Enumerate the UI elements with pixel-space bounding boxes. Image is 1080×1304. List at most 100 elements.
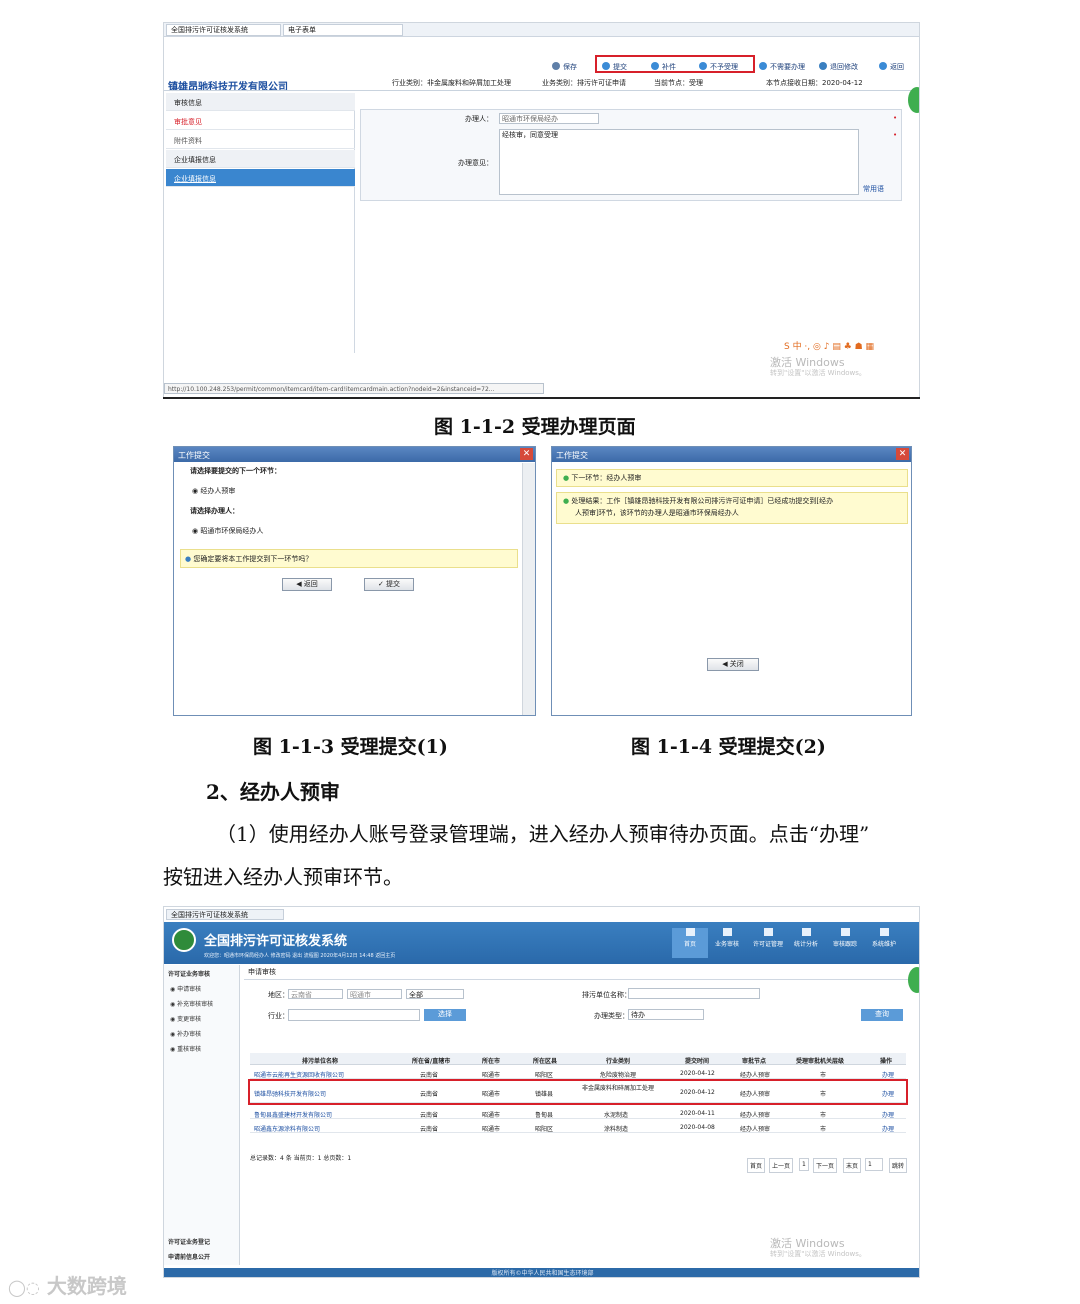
page-input[interactable]: 1 bbox=[865, 1158, 883, 1171]
confirm-message: ● 您确定要将本工作提交到下一环节吗？ bbox=[180, 549, 518, 568]
nav-home[interactable]: 首页 bbox=[672, 928, 708, 958]
query-button[interactable]: 查询 bbox=[861, 1009, 903, 1021]
handle-link[interactable]: 办理 bbox=[882, 1089, 894, 1098]
nav-system[interactable]: 系统维护 bbox=[866, 928, 902, 958]
nav-business-review[interactable]: 业务审核 bbox=[709, 928, 745, 958]
prev-page-button[interactable]: 上一页 bbox=[769, 1158, 794, 1173]
left-panel: 审核信息 审批意见 附件资料 企业填报信息 企业填报信息 bbox=[166, 93, 355, 353]
cell: 经办人预审 bbox=[740, 1126, 771, 1133]
item-approval-opinion[interactable]: 审批意见 bbox=[166, 112, 355, 130]
table-header: 排污单位名称 所在省/直辖市 所在市 所在区县 行业类别 提交时间 审批节点 受… bbox=[250, 1053, 906, 1065]
unit-name-label: 排污单位名称： bbox=[582, 991, 631, 999]
nav-tracking[interactable]: 审核跟踪 bbox=[827, 928, 863, 958]
node-meta: 当前节点：受理 bbox=[654, 79, 703, 87]
activate-windows-sub: 转到"设置"以激活 Windows。 bbox=[770, 1250, 866, 1258]
sidebar-item-change[interactable]: ◉ 变更审核 bbox=[170, 1014, 201, 1023]
cell: 经办人预审 bbox=[740, 1091, 771, 1098]
record-summary: 总记录数：4 条 当前页：1 总页数：1 bbox=[250, 1155, 352, 1162]
cell: 云南省 bbox=[420, 1112, 439, 1119]
reject-button[interactable]: 不予受理 bbox=[699, 57, 738, 73]
unit-name-link[interactable]: 镇雄昂驰科技开发有限公司 bbox=[254, 1089, 326, 1098]
handler-question: 请选择办理人： bbox=[190, 507, 239, 515]
no-need-button[interactable]: 不需要办理 bbox=[759, 57, 805, 73]
first-page-button[interactable]: 首页 bbox=[747, 1158, 766, 1173]
page-number[interactable]: 1 bbox=[799, 1158, 809, 1171]
section-company-info[interactable]: 企业填报信息 bbox=[166, 150, 355, 168]
save-button[interactable]: 保存 bbox=[552, 57, 577, 73]
activate-windows-sub: 转到"设置"以激活 Windows。 bbox=[770, 369, 866, 377]
scrollbar[interactable] bbox=[522, 463, 535, 715]
caption-fig-1-1-4: 图 1-1-4 受理提交(2) bbox=[631, 736, 826, 758]
chat-bubble-icon: ◯◌ bbox=[8, 1278, 40, 1297]
nav-permit-management[interactable]: 许可证管理 bbox=[750, 928, 786, 958]
sidebar-group-disclosure[interactable]: 申请前信息公开 bbox=[168, 1252, 210, 1261]
question-icon: ● bbox=[185, 555, 192, 563]
cell: 昭通市 bbox=[482, 1072, 501, 1079]
opinion-textarea[interactable]: 经核审，同意受理 bbox=[499, 129, 859, 195]
industry-input[interactable] bbox=[288, 1009, 420, 1021]
unit-name-link[interactable]: 昭通市云能再生资源回收有限公司 bbox=[254, 1070, 344, 1079]
cell: 涂料制造 bbox=[604, 1126, 629, 1133]
ime-toolbar: S 中 ·, ◎ ♪ ▤ ♣ ☗ ▦ bbox=[784, 342, 875, 352]
table-row: 昭通鑫东源涂料有限公司 云南省 昭通市 昭阳区 涂料制造 2020-04-08 … bbox=[250, 1121, 906, 1133]
section-audit-info[interactable]: 审核信息 bbox=[166, 93, 355, 111]
cell: 市 bbox=[820, 1072, 827, 1079]
cell: 昭阳区 bbox=[535, 1072, 554, 1079]
close-icon[interactable]: ✕ bbox=[896, 448, 909, 460]
column-header: 所在区县 bbox=[533, 1058, 558, 1065]
cell: 鲁甸县 bbox=[535, 1112, 554, 1119]
back-button[interactable]: ◀ 返回 bbox=[282, 578, 332, 591]
close-icon[interactable]: ✕ bbox=[520, 448, 533, 460]
item-attachments[interactable]: 附件资料 bbox=[166, 131, 355, 149]
nav-statistics[interactable]: 统计分析 bbox=[788, 928, 824, 958]
submit-button[interactable]: ✓ 提交 bbox=[364, 578, 414, 591]
sidebar-item-reissue[interactable]: ◉ 补办审核 bbox=[170, 1029, 201, 1038]
browser-tab[interactable]: 电子表单 bbox=[283, 24, 403, 36]
province-select[interactable]: 云南省 bbox=[288, 989, 343, 999]
unit-name-link[interactable]: 昭通鑫东源涂料有限公司 bbox=[254, 1124, 320, 1133]
column-header: 受理审批机关层级 bbox=[796, 1058, 845, 1065]
sidebar-item-supplement[interactable]: ◉ 补充审核审核 bbox=[170, 999, 213, 1008]
return-modify-button[interactable]: 退回修改 bbox=[819, 57, 858, 73]
county-select[interactable]: 全部 bbox=[406, 989, 464, 999]
handle-link[interactable]: 办理 bbox=[882, 1110, 894, 1119]
browser-tab[interactable]: 全国排污许可证核发系统 bbox=[166, 909, 284, 920]
sidebar-group-register[interactable]: 许可证业务登记 bbox=[168, 1237, 210, 1246]
result-info: ● 处理结果：工作［镇雄昂驰科技开发有限公司排污许可证申请］已经成功提交到[经办… bbox=[556, 492, 908, 524]
last-page-button[interactable]: 末页 bbox=[843, 1158, 862, 1173]
column-header: 提交时间 bbox=[685, 1058, 710, 1065]
supplement-button[interactable]: 补件 bbox=[651, 57, 676, 73]
unit-name-input[interactable] bbox=[628, 988, 760, 999]
printer-icon bbox=[763, 928, 773, 936]
action-toolbar: 保存 提交 补件 不予受理 不需要办理 退回修改 返回 bbox=[164, 55, 919, 75]
unit-name-link[interactable]: 鲁甸县鑫盛建材开发有限公司 bbox=[254, 1110, 332, 1119]
common-words-link[interactable]: 常用语 bbox=[863, 186, 884, 193]
float-badge[interactable] bbox=[908, 967, 919, 993]
handle-type-select[interactable]: 待办 bbox=[628, 1009, 704, 1020]
sidebar-group-review[interactable]: 许可证业务审核 bbox=[168, 969, 210, 978]
submit-button[interactable]: 提交 bbox=[602, 57, 627, 73]
next-step-option[interactable]: ◉ 经办人预审 bbox=[192, 488, 235, 495]
opinion-label: 办理意见： bbox=[458, 159, 493, 167]
browser-tab[interactable]: 全国排污许可证核发系统 bbox=[166, 24, 281, 36]
select-button[interactable]: 选择 bbox=[424, 1009, 466, 1021]
table-row: 鲁甸县鑫盛建材开发有限公司 云南省 昭通市 鲁甸县 水泥制造 2020-04-1… bbox=[250, 1107, 906, 1119]
jump-button[interactable]: 跳转 bbox=[889, 1158, 908, 1173]
sidebar-item-apply[interactable]: ◉ 申请审核 bbox=[170, 984, 201, 993]
item-company-info[interactable]: 企业填报信息 bbox=[166, 169, 355, 187]
next-page-button[interactable]: 下一页 bbox=[813, 1158, 838, 1173]
float-badge[interactable] bbox=[908, 87, 919, 113]
handler-option[interactable]: ◉ 昭通市环保局经办人 bbox=[192, 528, 263, 535]
handle-link[interactable]: 办理 bbox=[882, 1070, 894, 1079]
dialog-title: 工作提交 bbox=[174, 447, 535, 462]
back-button[interactable]: 返回 bbox=[879, 57, 904, 73]
city-select[interactable]: 昭通市 bbox=[347, 989, 402, 999]
document-icon bbox=[722, 928, 732, 936]
pagination: 首页 上一页 1 下一页 末页 1 跳转 bbox=[747, 1158, 915, 1173]
home-icon bbox=[685, 928, 695, 936]
cell: 2020-04-12 bbox=[680, 1089, 715, 1096]
close-button[interactable]: ◀ 关闭 bbox=[707, 658, 759, 671]
sidebar-item-recheck[interactable]: ◉ 重核审核 bbox=[170, 1044, 201, 1053]
handle-link[interactable]: 办理 bbox=[882, 1124, 894, 1133]
handler-input[interactable]: 昭通市环保局经办 bbox=[499, 113, 599, 124]
